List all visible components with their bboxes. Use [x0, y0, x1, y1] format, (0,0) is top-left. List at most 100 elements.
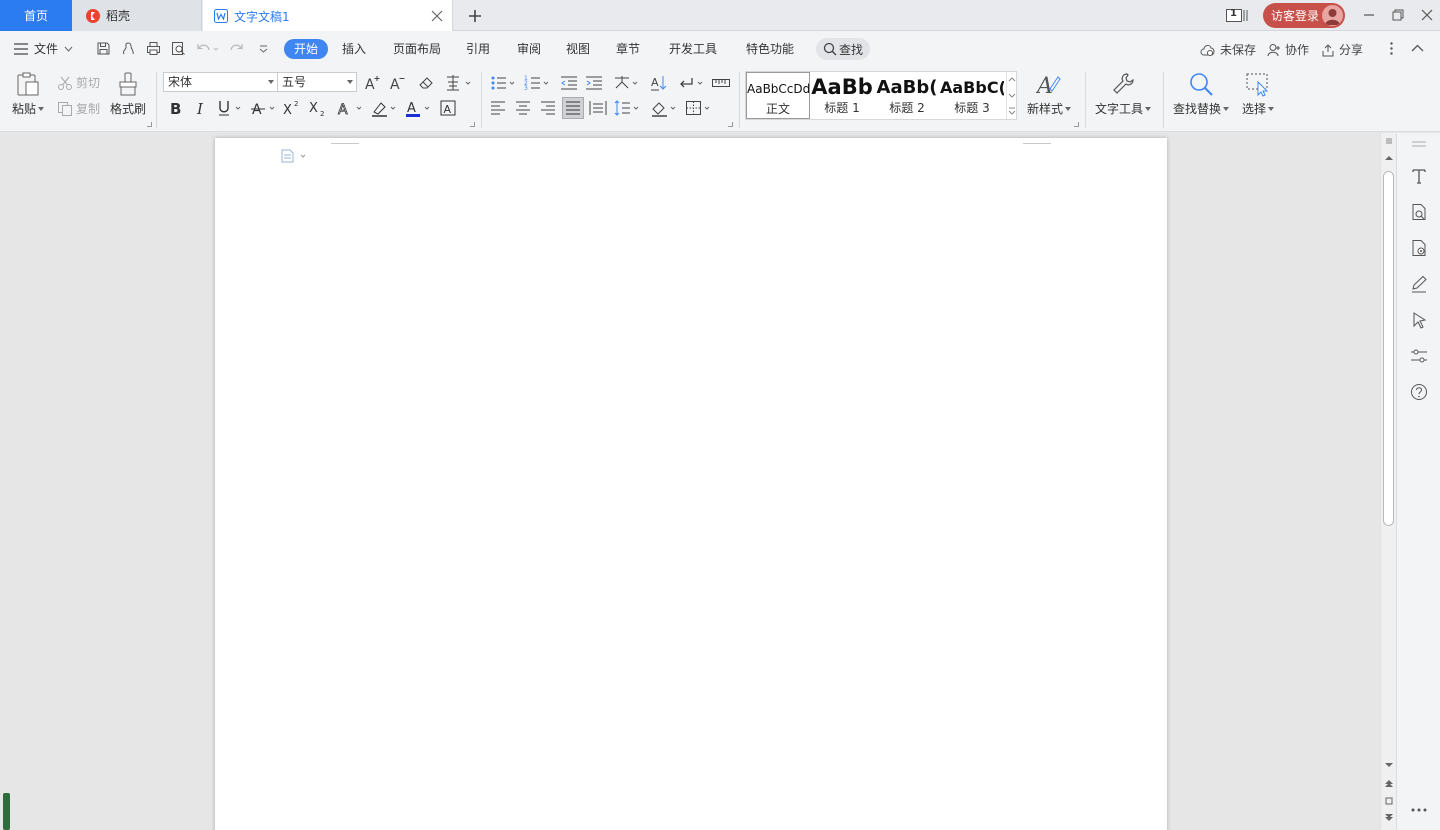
restore-icon[interactable]: [1391, 8, 1405, 22]
phonetic-guide-icon[interactable]: [444, 74, 472, 92]
unsaved-status[interactable]: 未保存: [1200, 41, 1256, 58]
shrink-font-icon[interactable]: A: [389, 74, 407, 92]
format-painter-button[interactable]: 格式刷: [110, 71, 146, 117]
save-icon[interactable]: [96, 41, 111, 56]
scroll-up-icon[interactable]: [1384, 155, 1394, 161]
font-dialog-launcher[interactable]: [470, 122, 475, 127]
find-replace-button[interactable]: 查找替换: [1173, 71, 1230, 117]
justify-icon[interactable]: [562, 97, 584, 119]
minimize-icon[interactable]: [1362, 8, 1376, 22]
more-options-icon[interactable]: [1384, 41, 1399, 56]
line-spacing-icon[interactable]: [614, 99, 642, 117]
sort-icon[interactable]: A: [650, 74, 668, 92]
new-tab-plus-icon[interactable]: [467, 8, 483, 24]
new-style-button[interactable]: A 新样式: [1027, 71, 1072, 117]
document-page[interactable]: [215, 138, 1167, 830]
document-settings-icon[interactable]: [1410, 239, 1428, 257]
superscript-icon[interactable]: X2: [283, 99, 301, 117]
guest-login-button[interactable]: 访客登录: [1263, 3, 1345, 28]
close-tab-icon[interactable]: [431, 10, 443, 22]
print-icon[interactable]: [146, 41, 161, 56]
decrease-indent-icon[interactable]: [560, 74, 578, 92]
ruler-icon[interactable]: [712, 74, 730, 92]
distributed-align-icon[interactable]: [589, 99, 607, 117]
tab-insert[interactable]: 插入: [342, 39, 366, 59]
select-button[interactable]: 选择: [1242, 71, 1275, 117]
scrollbar-thumb[interactable]: [1383, 171, 1394, 526]
print-preview-icon[interactable]: [171, 41, 186, 56]
shading-icon[interactable]: [651, 99, 679, 117]
output-pdf-icon[interactable]: [121, 41, 136, 56]
increase-indent-icon[interactable]: [585, 74, 603, 92]
tab-document[interactable]: 文字文稿1: [203, 0, 453, 32]
numbered-list-icon[interactable]: 123: [524, 74, 552, 92]
close-window-icon[interactable]: [1420, 8, 1434, 22]
highlight-icon[interactable]: [371, 99, 399, 117]
browse-object-icon[interactable]: [1384, 797, 1394, 805]
tab-home[interactable]: 首页: [0, 0, 72, 31]
share-button[interactable]: 分享: [1321, 41, 1363, 58]
styles-gallery-scroll[interactable]: [1006, 72, 1016, 119]
redo-icon[interactable]: [229, 41, 244, 56]
next-page-icon[interactable]: [1384, 813, 1394, 821]
character-border-icon[interactable]: A: [439, 99, 457, 117]
document-review-icon[interactable]: [1410, 203, 1428, 221]
split-handle-icon[interactable]: [1384, 137, 1394, 145]
chinese-layout-icon[interactable]: [613, 74, 641, 92]
style-normal[interactable]: AaBbCcDd 正文: [746, 72, 810, 119]
search-command-button[interactable]: 查找: [816, 38, 870, 60]
text-tools-button[interactable]: 文字工具: [1095, 71, 1152, 117]
scroll-down-icon[interactable]: [1384, 762, 1394, 768]
text-effect-icon[interactable]: A: [337, 99, 365, 117]
tab-view[interactable]: 视图: [566, 39, 590, 59]
strikethrough-icon[interactable]: A: [250, 99, 278, 117]
tab-daoke[interactable]: 稻壳: [72, 0, 202, 31]
tab-references[interactable]: 引用: [466, 39, 490, 59]
bold-icon[interactable]: B: [167, 99, 185, 117]
bullet-list-icon[interactable]: [490, 74, 518, 92]
subscript-icon[interactable]: X2: [309, 99, 327, 117]
style-heading-2[interactable]: AaBb( 标题 2: [875, 72, 939, 119]
style-heading-3[interactable]: AaBbC( 标题 3: [940, 72, 1004, 119]
italic-icon[interactable]: I: [192, 99, 210, 117]
font-name-select[interactable]: 宋体: [163, 72, 278, 92]
tab-page-layout[interactable]: 页面布局: [393, 39, 441, 59]
tab-start[interactable]: 开始: [284, 39, 329, 59]
previous-page-icon[interactable]: [1384, 780, 1394, 788]
tab-developer[interactable]: 开发工具: [669, 39, 717, 59]
align-left-icon[interactable]: [489, 99, 507, 117]
style-heading-1[interactable]: AaBb 标题 1: [810, 72, 874, 119]
vertical-scrollbar[interactable]: [1380, 133, 1396, 830]
text-style-icon[interactable]: [1410, 167, 1428, 185]
paste-button[interactable]: 粘贴: [12, 71, 45, 117]
tab-special-features[interactable]: 特色功能: [746, 39, 794, 59]
collaborate-button[interactable]: 协作: [1267, 41, 1309, 58]
copy-button[interactable]: 复制: [57, 100, 100, 117]
collapse-ribbon-icon[interactable]: [1410, 41, 1425, 56]
window-count-badge[interactable]: 1: [1226, 8, 1248, 23]
borders-icon[interactable]: [685, 99, 713, 117]
align-center-icon[interactable]: [514, 99, 532, 117]
show-hide-marks-icon[interactable]: [678, 74, 706, 92]
underline-icon[interactable]: [216, 99, 244, 117]
grow-font-icon[interactable]: A: [364, 74, 382, 92]
tab-review[interactable]: 审阅: [517, 39, 541, 59]
sidebar-handle-icon[interactable]: [1410, 139, 1428, 149]
help-icon[interactable]: [1410, 383, 1428, 401]
adjust-sliders-icon[interactable]: [1410, 347, 1428, 365]
tab-section[interactable]: 章节: [616, 39, 640, 59]
paragraph-layout-icon[interactable]: [281, 149, 307, 163]
file-menu-button[interactable]: 文件: [14, 40, 73, 57]
font-color-icon[interactable]: A: [405, 99, 433, 117]
pen-edit-icon[interactable]: [1410, 275, 1428, 293]
clipboard-dialog-launcher[interactable]: [147, 122, 152, 127]
align-right-icon[interactable]: [539, 99, 557, 117]
cursor-select-icon[interactable]: [1410, 311, 1428, 329]
paragraph-dialog-launcher[interactable]: [728, 122, 733, 127]
cut-button[interactable]: 剪切: [57, 74, 100, 91]
more-sidebar-icon[interactable]: [1410, 805, 1428, 815]
clear-format-eraser-icon[interactable]: [417, 74, 435, 92]
styles-dialog-launcher[interactable]: [1074, 122, 1079, 127]
undo-icon[interactable]: [196, 41, 220, 56]
customize-quick-access-icon[interactable]: [256, 41, 271, 56]
